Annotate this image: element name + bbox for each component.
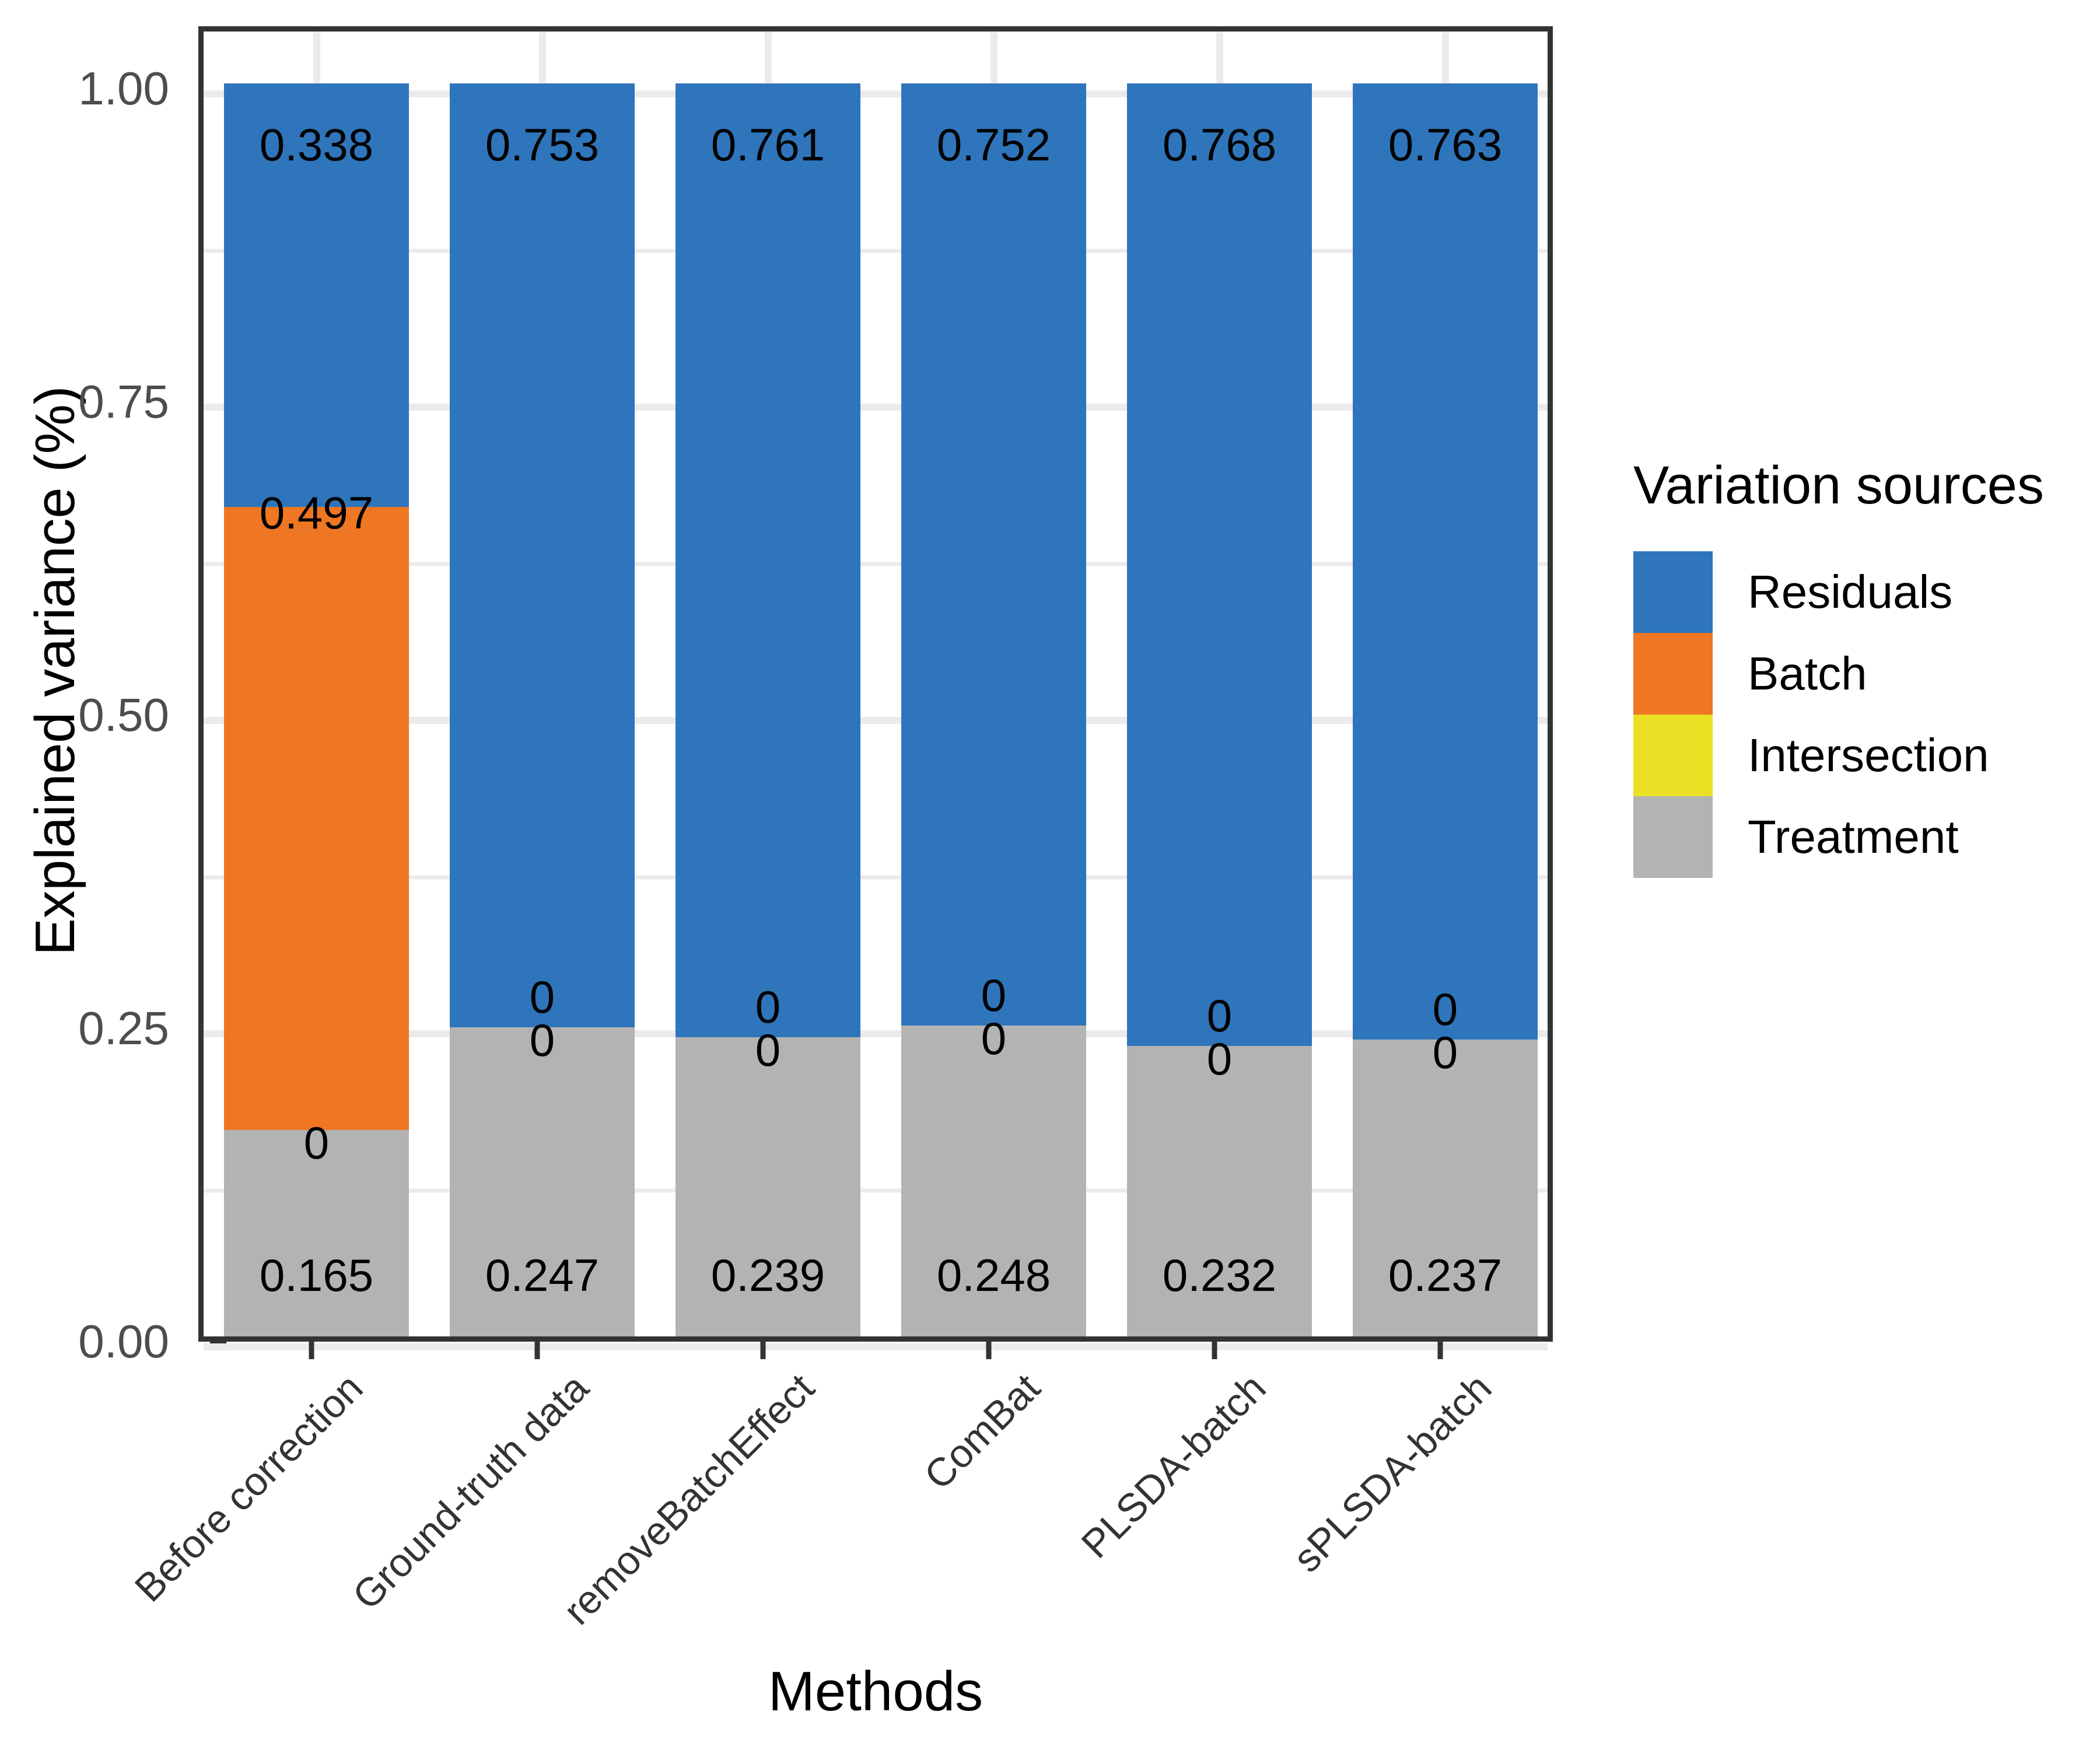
bar-value-label: 0.753 [485, 119, 600, 171]
bar-segment-residuals[interactable] [675, 83, 861, 1037]
x-axis-tick-marks [198, 1342, 1553, 1365]
bar-value-label: 0 [529, 1014, 555, 1066]
y-axis-tick-label: 0.25 [78, 1002, 169, 1055]
bar-value-label: 0.768 [1162, 119, 1277, 171]
legend-title: Variation sources [1633, 456, 2044, 515]
legend-item[interactable]: Treatment [1633, 796, 2044, 878]
bar-value-label: 0.752 [936, 119, 1051, 171]
x-axis-tick-mark [760, 1342, 765, 1359]
bar-value-label: 0.763 [1388, 119, 1503, 171]
bar-value-label: 0.338 [259, 119, 374, 171]
bar-value-label: 0.497 [259, 487, 374, 539]
bar-value-label: 0 [1432, 984, 1458, 1035]
x-axis-tick-mark [309, 1342, 314, 1359]
x-axis-tick-mark [1212, 1342, 1217, 1359]
x-axis-tick-label: Ground-truth data [344, 1365, 597, 1618]
bar-value-label: 0 [755, 1024, 781, 1076]
bar-segment-residuals[interactable] [901, 83, 1087, 1026]
bar-stack[interactable]: 0.248 0 0 0.752 [901, 21, 1087, 1336]
legend-item[interactable]: Residuals [1633, 551, 2044, 633]
bar-stack[interactable]: 0.165 0 0.497 0.338 [223, 21, 410, 1336]
legend: Variation sources Residuals Batch Intersec… [1633, 455, 2044, 878]
x-axis-tick-mark [986, 1342, 991, 1359]
y-axis-tick-label: 0.50 [78, 689, 169, 741]
bar-segment-residuals[interactable] [1352, 83, 1538, 1040]
x-axis-tick-mark [1437, 1342, 1443, 1359]
bar-segment-residuals[interactable] [449, 83, 635, 1027]
x-axis-tick-label: sPLSDA-batch [1284, 1365, 1500, 1581]
bar-value-label: 0.237 [1388, 1250, 1503, 1301]
y-axis-tick-label: 1.00 [78, 62, 169, 115]
bar-value-label: 0 [303, 1116, 330, 1168]
bar-value-label: 0 [1206, 989, 1233, 1041]
bar-value-label: 0.239 [710, 1250, 825, 1301]
bar-value-label: 0 [529, 971, 555, 1023]
bar-value-label: 0.247 [485, 1250, 600, 1301]
bar-segment-residuals[interactable] [1126, 83, 1312, 1046]
bar-value-label: 0.761 [710, 119, 825, 171]
bar-stack[interactable]: 0.232 0 0 0.768 [1126, 21, 1312, 1336]
bar-value-label: 0 [1432, 1027, 1458, 1078]
bar-value-label: 0 [1206, 1032, 1233, 1084]
bar-value-label: 0.232 [1162, 1250, 1277, 1301]
x-axis-tick-labels: Before correction Ground-truth data remove… [126, 1365, 1553, 1633]
x-axis-tick-label: ComBat [915, 1365, 1048, 1499]
bar-value-label: 0 [981, 1013, 1007, 1065]
plot-panel: 0.165 0 0.497 0.338 0.247 0 0 0.753 0.239 0 0 0.761… [198, 26, 1553, 1350]
legend-items: Residuals Batch Intersection Treatment [1633, 551, 2044, 878]
y-axis-tick-label: 0.75 [78, 376, 169, 428]
bar-stack[interactable]: 0.247 0 0 0.753 [449, 21, 635, 1336]
bar-value-label: 0 [981, 970, 1007, 1021]
legend-label: Intersection [1748, 729, 1989, 781]
y-axis-tick-labels: 0.00 0.25 0.50 0.75 1.00 [35, 0, 226, 1750]
plot-area: 0.165 0 0.497 0.338 0.247 0 0 0.753 0.239 0 0 0.761… [204, 32, 1548, 1350]
legend-swatch [1633, 633, 1713, 715]
bar-segment-batch[interactable] [223, 507, 410, 1130]
legend-swatch [1633, 715, 1713, 796]
x-axis-tick-label: removeBatchEffect [554, 1365, 822, 1633]
legend-label: Batch [1748, 648, 1867, 699]
bar-value-label: 0.165 [259, 1250, 374, 1301]
legend-label: Residuals [1748, 566, 1953, 618]
chart-figure: Explained variance (%) 0.00 0.25 0.50 0.75 1… [0, 0, 2100, 1750]
bar-stack[interactable]: 0.237 0 0 0.763 [1352, 21, 1538, 1336]
bar-value-label: 0 [755, 981, 781, 1032]
y-axis-tick-label: 0.00 [78, 1315, 169, 1367]
bar-stack[interactable]: 0.239 0 0 0.761 [675, 21, 861, 1336]
legend-item[interactable]: Batch [1633, 633, 2044, 715]
x-axis-tick-mark [534, 1342, 540, 1359]
x-axis-tick-label: PLSDA-batch [1072, 1365, 1274, 1567]
legend-swatch [1633, 551, 1713, 633]
x-axis-title: Methods [768, 1660, 984, 1723]
bar-value-label: 0.248 [936, 1250, 1051, 1301]
legend-label: Treatment [1748, 811, 1959, 863]
legend-swatch [1633, 796, 1713, 878]
legend-item[interactable]: Intersection [1633, 715, 2044, 796]
